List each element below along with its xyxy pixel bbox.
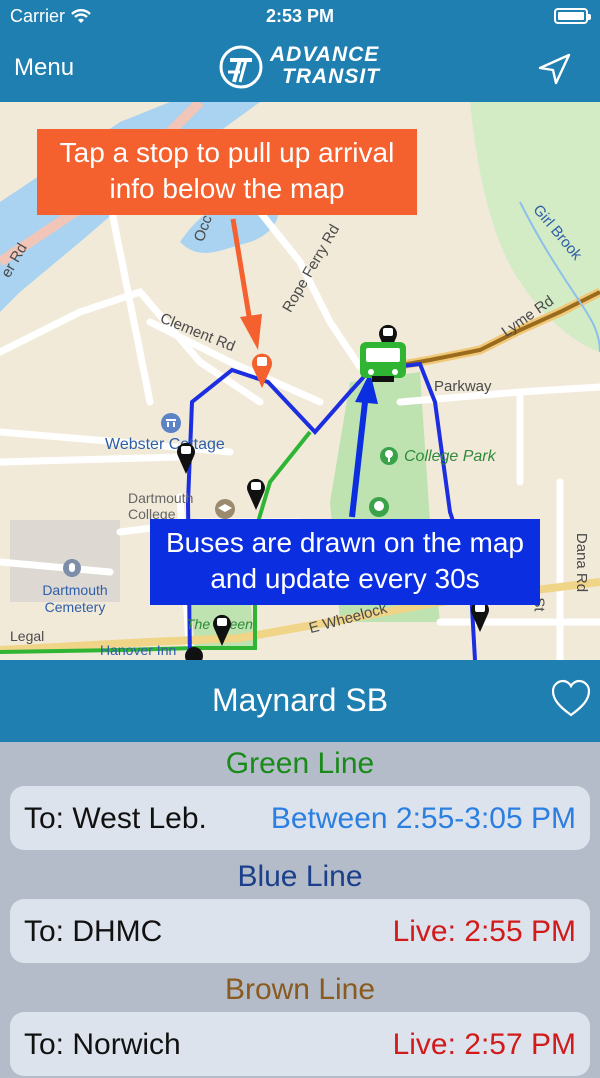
- route-destination: To: Norwich: [24, 1028, 181, 1061]
- bus-stop-pin[interactable]: [212, 612, 232, 646]
- route-destination: To: West Leb.: [24, 802, 207, 835]
- label-hanover-inn: Hanover Inn: [100, 642, 177, 658]
- park-icon: [369, 497, 389, 517]
- bus-marker-icon[interactable]: [358, 340, 408, 384]
- route-destination: To: DHMC: [24, 915, 163, 948]
- label-dartmouth-college: Dartmouth College: [128, 490, 194, 522]
- route-header-green: Green Line: [0, 742, 600, 782]
- buses-update-callout: Buses are drawn on the map and update ev…: [150, 519, 540, 605]
- stop-name: Maynard SB: [211, 682, 389, 718]
- route-arrival: Live: 2:55 PM: [392, 915, 576, 948]
- label-legal: Legal: [10, 628, 45, 644]
- route-arrival: Between 2:55-3:05 PM: [270, 802, 576, 835]
- route-header-label: Green Line: [225, 747, 375, 780]
- tap-stop-callout: Tap a stop to pull up arrival info below…: [37, 129, 417, 215]
- route-row-blue[interactable]: To: DHMC Live: 2:55 PM: [10, 899, 590, 963]
- route-header-brown: Brown Line: [0, 968, 600, 1008]
- route-row-green[interactable]: To: West Leb. Between 2:55-3:05 PM: [10, 786, 590, 850]
- bus-stop-pin[interactable]: [246, 476, 266, 510]
- nav-bar: Menu ADVANCE TRANSIT: [0, 34, 600, 102]
- route-arrival: Live: 2:57 PM: [392, 1028, 576, 1061]
- selected-stop-pin[interactable]: [251, 350, 273, 388]
- logo-mark-icon: [219, 45, 263, 89]
- label-college-park: College Park: [404, 448, 496, 465]
- school-icon: [215, 499, 235, 519]
- cemetery-icon: [63, 559, 81, 577]
- route-header-label: Brown Line: [224, 973, 376, 1006]
- label-dana-rd: Dana Rd: [573, 532, 591, 593]
- route-row-brown[interactable]: To: Norwich Live: 2:57 PM: [10, 1012, 590, 1076]
- bus-stop-pin[interactable]: [184, 646, 204, 660]
- label-webster-cottage: Webster Cottage: [105, 436, 225, 453]
- menu-button[interactable]: Menu: [14, 54, 74, 82]
- status-bar: Carrier 2:53 PM: [0, 0, 600, 34]
- label-parkway: Parkway: [434, 378, 492, 395]
- museum-icon: [161, 413, 181, 433]
- bus-stop-pin[interactable]: [176, 440, 196, 474]
- battery-icon: [554, 8, 591, 24]
- advance-transit-logo: ADVANCE TRANSIT: [218, 42, 388, 94]
- route-map[interactable]: Webster Cottage Dartmouth College Colleg…: [0, 102, 600, 660]
- route-header-label: Blue Line: [237, 860, 363, 893]
- status-time: 2:53 PM: [265, 6, 335, 26]
- label-dartmouth-cemetery: Dartmouth Cemetery: [42, 582, 108, 615]
- logo-word-transit: TRANSIT: [282, 65, 380, 88]
- tree-icon: [380, 447, 398, 465]
- stop-title-bar: Maynard SB: [0, 660, 600, 742]
- location-arrow-icon[interactable]: [536, 52, 572, 86]
- logo-word-advance: ADVANCE: [270, 43, 380, 66]
- heart-outline-icon[interactable]: [550, 678, 592, 720]
- route-header-blue: Blue Line: [0, 855, 600, 895]
